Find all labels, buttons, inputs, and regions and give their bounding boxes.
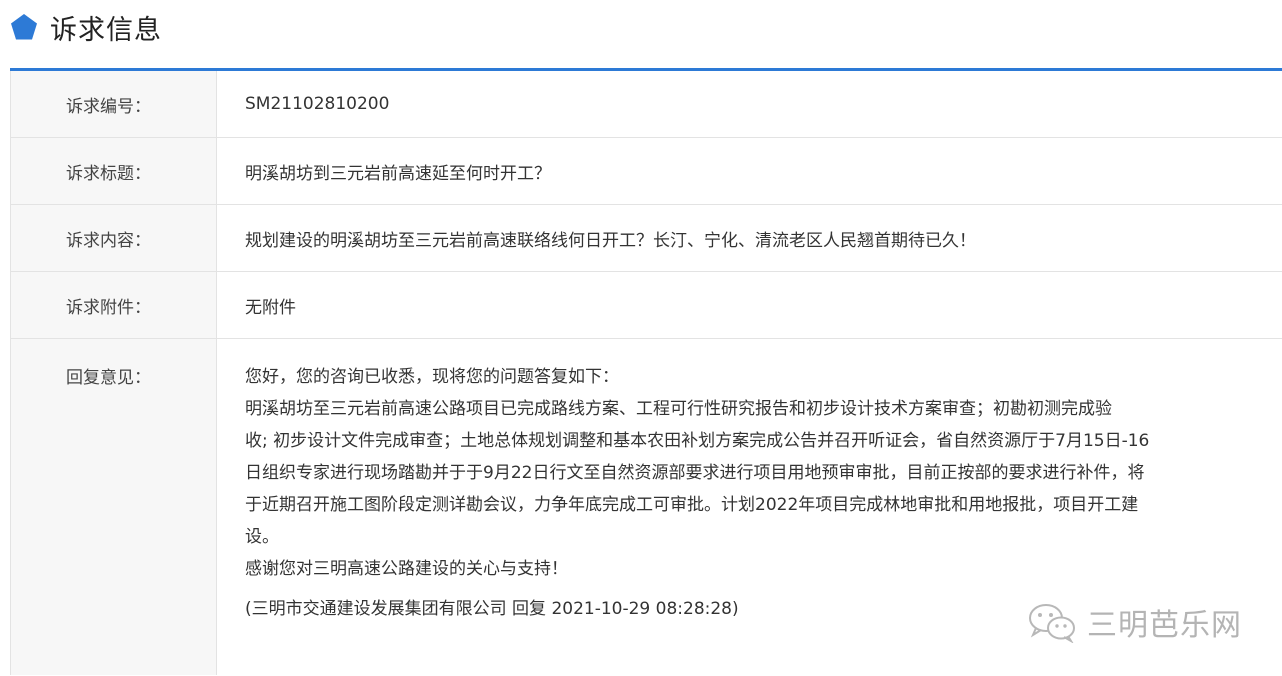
row-label: 诉求内容： [11,205,217,271]
table-row: 诉求标题： 明溪胡坊到三元岩前高速延至何时开工？ [11,138,1282,205]
pentagon-icon [11,14,37,40]
reply-line: 设。 [245,527,279,547]
request-title-value: 明溪胡坊到三元岩前高速延至何时开工？ [245,163,551,184]
page-header: 诉求信息 [10,0,162,54]
reply-line: 于近期召开施工图阶段定测详勘会议，力争年底完成工可审批。计划2022年项目完成林… [245,495,1139,515]
reply-line: 您好，您的咨询已收悉，现将您的问题答复如下： [245,367,619,387]
page-title: 诉求信息 [50,14,162,46]
info-table: 诉求编号： SM21102810200 诉求标题： 明溪胡坊到三元岩前高速延至何… [10,71,1282,675]
wechat-icon [1029,604,1075,643]
watermark-text: 三明芭乐网 [1087,608,1242,643]
table-row: 诉求附件： 无附件 [11,272,1282,339]
request-number-value: SM21102810200 [245,94,390,114]
request-attachment-value: 无附件 [245,297,296,318]
reply-line: 日组织专家进行现场踏勘并于于9月22日行文至自然资源部要求进行项目用地预审审批，… [245,463,1145,483]
row-label: 诉求附件： [11,272,217,338]
row-label: 诉求标题： [11,138,217,204]
reply-line: 明溪胡坊至三元岩前高速公路项目已完成路线方案、工程可行性研究报告和初步设计技术方… [245,399,1112,419]
request-content-value: 规划建设的明溪胡坊至三元岩前高速联络线何日开工？长汀、宁化、清流老区人民翘首期待… [245,230,976,251]
reply-line: 收; 初步设计文件完成审查；土地总体规划调整和基本农田补划方案完成公告并召开听证… [245,431,1150,451]
table-row: 诉求内容： 规划建设的明溪胡坊至三元岩前高速联络线何日开工？长汀、宁化、清流老区… [11,205,1282,272]
reply-line: 感谢您对三明高速公路建设的关心与支持！ [245,559,568,579]
row-label: 回复意见： [11,339,217,675]
row-label: 诉求编号： [11,71,217,137]
table-row: 诉求编号： SM21102810200 [11,71,1282,138]
watermark: 三明芭乐网 [1027,600,1242,644]
